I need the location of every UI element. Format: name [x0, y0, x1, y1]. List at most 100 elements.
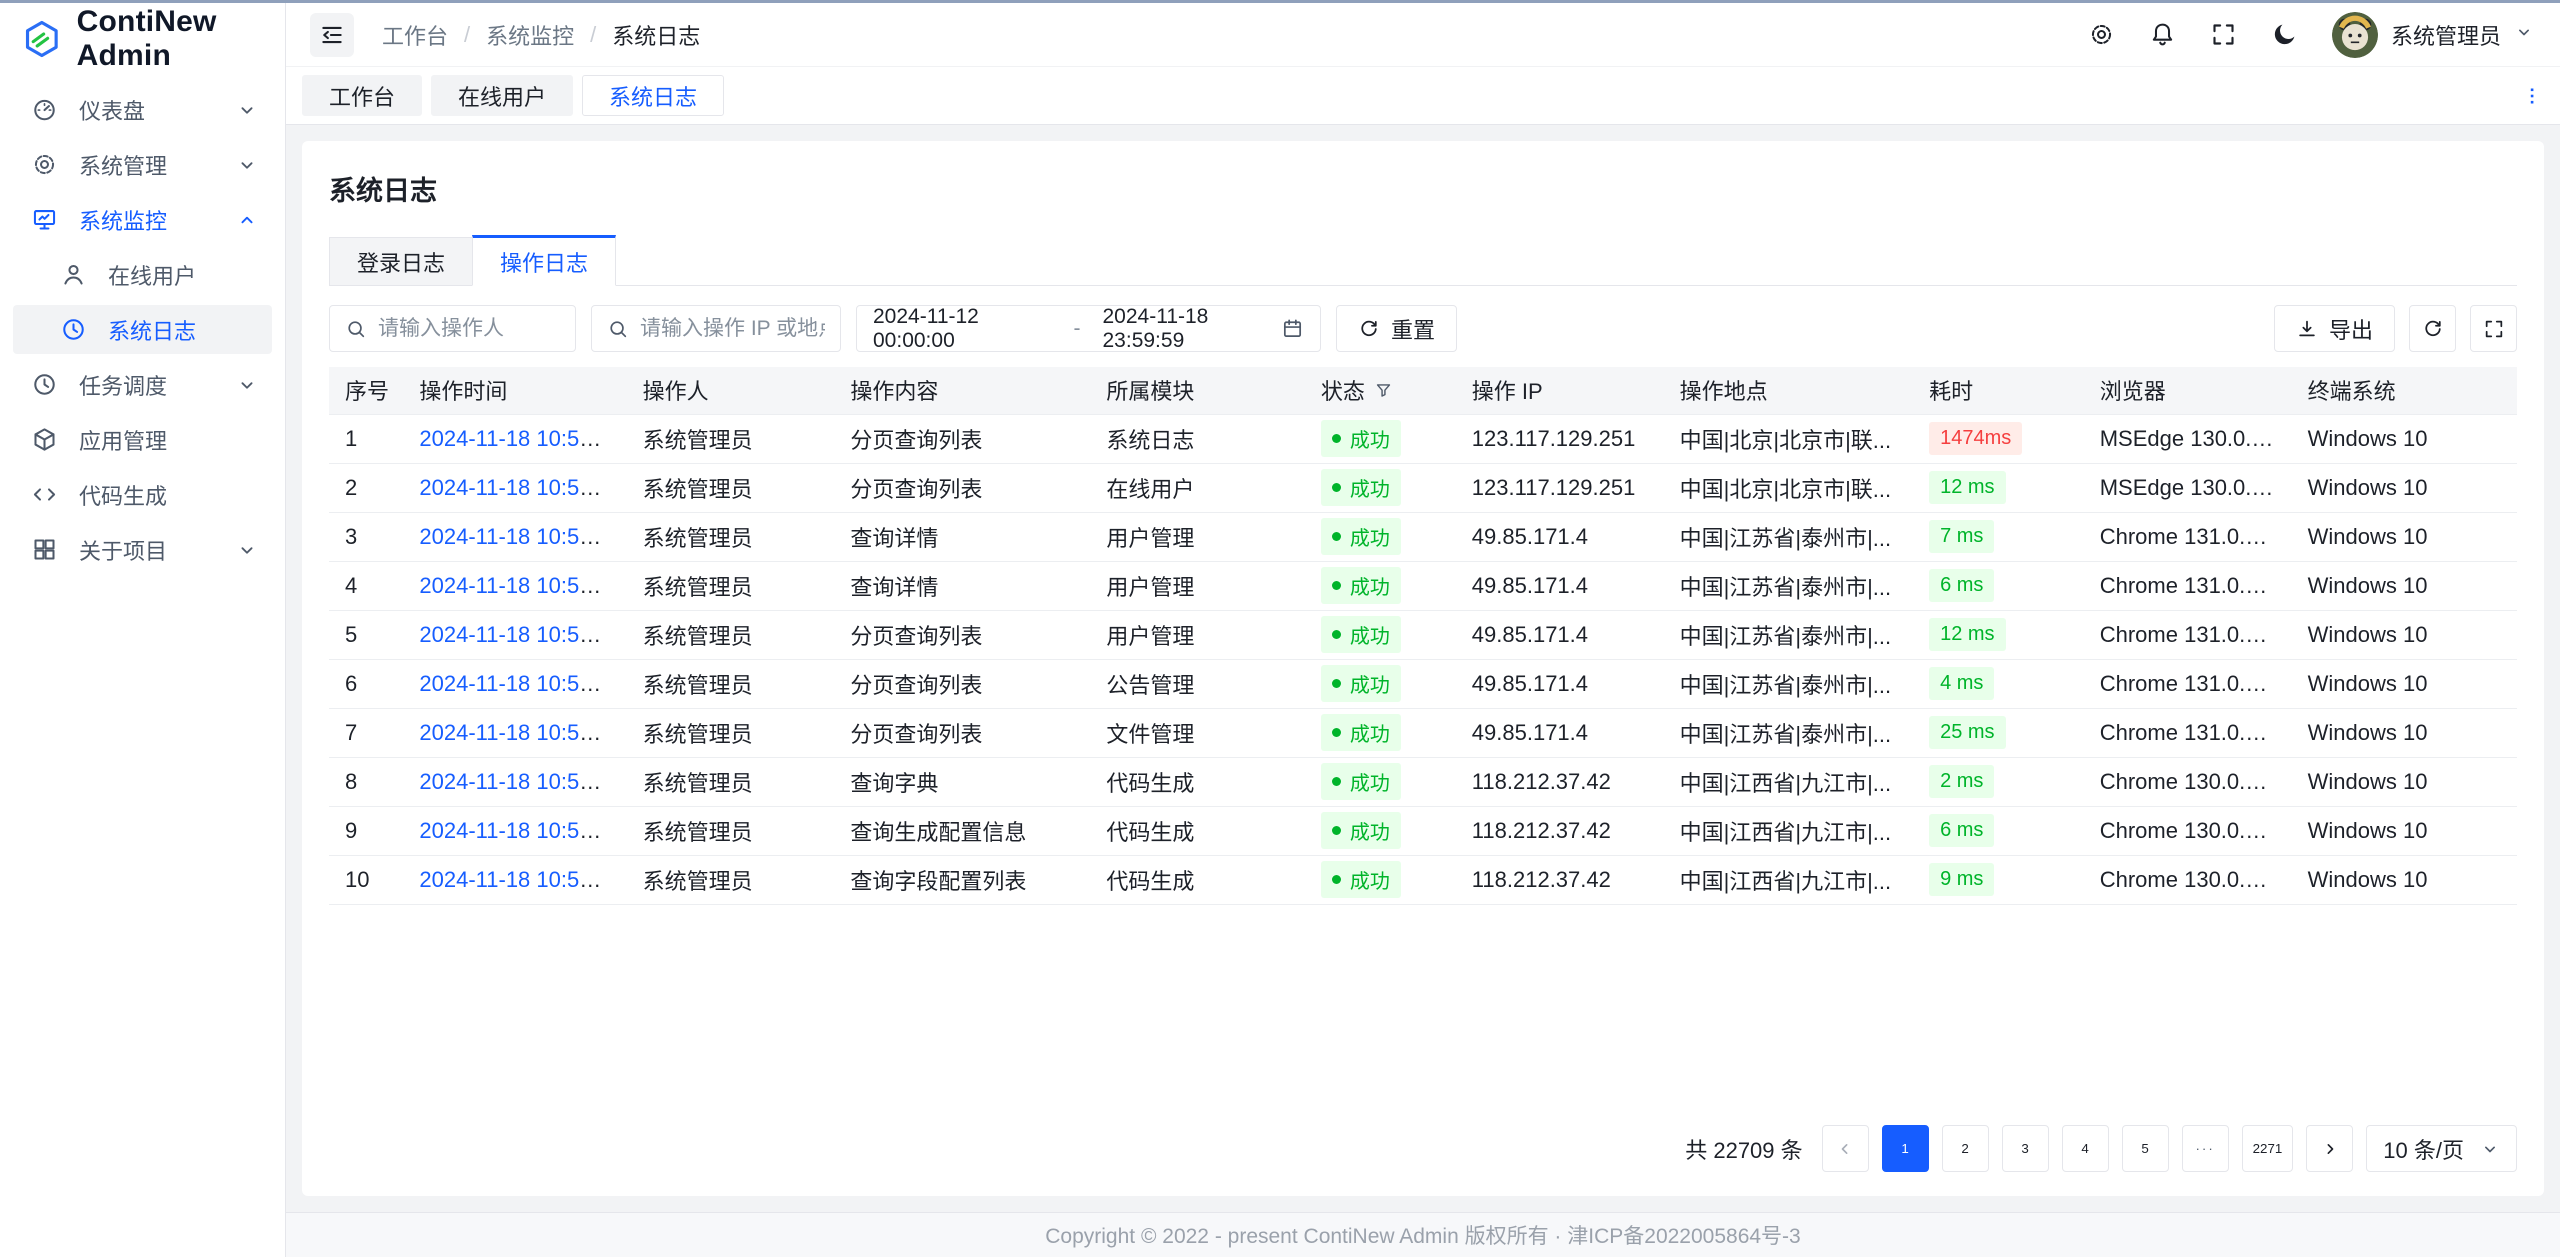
log-detail-link[interactable]: 2024-11-18 10:52:55 — [419, 426, 622, 451]
search-icon — [345, 318, 367, 340]
cell-ip: 49.85.171.4 — [1456, 561, 1664, 610]
cell-ip: 49.85.171.4 — [1456, 659, 1664, 708]
sidebar-item-任务调度[interactable]: 任务调度 — [13, 360, 272, 409]
cell-index: 7 — [329, 708, 403, 757]
subtab-登录日志[interactable]: 登录日志 — [329, 237, 473, 285]
log-detail-link[interactable]: 2024-11-18 10:51:49 — [419, 867, 622, 892]
column-header-操作 IP: 操作 IP — [1456, 367, 1664, 414]
log-detail-link[interactable]: 2024-11-18 10:51:49 — [419, 818, 622, 843]
export-button[interactable]: 导出 — [2274, 305, 2395, 352]
page-button-3[interactable]: 3 — [2002, 1125, 2049, 1172]
cell-index: 5 — [329, 610, 403, 659]
page-button-4[interactable]: 4 — [2062, 1125, 2109, 1172]
cell-content: 查询字典 — [834, 757, 1090, 806]
log-detail-link[interactable]: 2024-11-18 10:52:12 — [419, 524, 622, 549]
breadcrumb-item[interactable]: 系统日志 — [612, 19, 700, 51]
status-dot — [1332, 532, 1341, 541]
sidebar-item-label: 系统管理 — [79, 149, 167, 181]
log-detail-link[interactable]: 2024-11-18 10:51:53 — [419, 671, 622, 696]
sidebar-item-应用管理[interactable]: 应用管理 — [13, 415, 272, 464]
next-page-button[interactable] — [2306, 1125, 2353, 1172]
log-detail-link[interactable]: 2024-11-18 10:51:52 — [419, 720, 622, 745]
column-header-content: 所属模块 — [1106, 374, 1194, 406]
cell-status: 成功 — [1305, 512, 1456, 561]
ip-search-field[interactable] — [591, 305, 841, 352]
sidebar-item-代码生成[interactable]: 代码生成 — [13, 470, 272, 519]
prev-page-button[interactable] — [1822, 1125, 1869, 1172]
cell-browser: Chrome 131.0.0.0 — [2084, 561, 2292, 610]
cell-index: 2 — [329, 463, 403, 512]
log-detail-link[interactable]: 2024-11-18 10:52:05 — [419, 573, 622, 598]
user-menu[interactable]: 系统管理员 — [2332, 12, 2534, 58]
table-fullscreen-button[interactable] — [2470, 305, 2517, 352]
app-logo[interactable]: ContiNew Admin — [0, 3, 285, 75]
cell-time: 2024-11-18 10:51:49 — [403, 855, 626, 904]
chevron-up-icon — [236, 209, 258, 231]
page-button-2[interactable]: 2 — [1942, 1125, 1989, 1172]
sidebar-item-系统日志[interactable]: 系统日志 — [13, 305, 272, 354]
date-range-picker[interactable]: 2024-11-12 00:00:00 - 2024-11-18 23:59:5… — [856, 305, 1321, 352]
sidebar-item-关于项目[interactable]: 关于项目 — [13, 525, 272, 574]
cell-browser: MSEdge 130.0.0.0 — [2084, 463, 2292, 512]
reset-button[interactable]: 重置 — [1336, 305, 1457, 352]
status-dot — [1332, 630, 1341, 639]
cell-os: Windows 10 — [2292, 757, 2517, 806]
log-detail-link[interactable]: 2024-11-18 10:51:50 — [419, 769, 622, 794]
operator-search-field[interactable] — [329, 305, 576, 352]
log-detail-link[interactable]: 2024-11-18 10:52:47 — [419, 475, 622, 500]
sidebar-item-仪表盘[interactable]: 仪表盘 — [13, 85, 272, 134]
refresh-table-button[interactable] — [2409, 305, 2456, 352]
duration-badge: 2 ms — [1929, 765, 1994, 798]
duration-badge: 6 ms — [1929, 569, 1994, 602]
cell-ip: 118.212.37.42 — [1456, 757, 1664, 806]
search-icon — [607, 318, 629, 340]
breadcrumb-item[interactable]: 系统监控 — [486, 19, 574, 51]
app-title: ContiNew Admin — [77, 5, 285, 73]
copyright-text: Copyright © 2022 - present ContiNew Admi… — [1045, 1220, 1800, 1250]
sidebar-item-在线用户[interactable]: 在线用户 — [13, 250, 272, 299]
page-button-1[interactable]: 1 — [1882, 1125, 1929, 1172]
user-avatar — [2332, 12, 2378, 58]
cell-operator: 系统管理员 — [627, 463, 835, 512]
dark-mode-moon-icon[interactable] — [2271, 21, 2298, 48]
filter-bar: 2024-11-12 00:00:00 - 2024-11-18 23:59:5… — [329, 305, 2517, 352]
cell-duration: 2 ms — [1913, 757, 2084, 806]
tab-工作台[interactable]: 工作台 — [302, 75, 422, 116]
tabbar-more-icon[interactable] — [2520, 84, 2544, 108]
page-ellipsis[interactable]: ··· — [2182, 1125, 2229, 1172]
sidebar-collapse-button[interactable] — [310, 13, 354, 57]
sidebar-item-系统监控[interactable]: 系统监控 — [13, 195, 272, 244]
log-detail-link[interactable]: 2024-11-18 10:51:55 — [419, 622, 622, 647]
filter-funnel-icon[interactable] — [1374, 381, 1393, 400]
sidebar-item-label: 在线用户 — [108, 259, 196, 291]
ip-search-input[interactable] — [640, 317, 825, 341]
cell-os: Windows 10 — [2292, 708, 2517, 757]
column-header-浏览器: 浏览器 — [2084, 367, 2292, 414]
tab-在线用户[interactable]: 在线用户 — [431, 75, 573, 116]
cell-browser: Chrome 131.0.0.0 — [2084, 512, 2292, 561]
page-button-2271[interactable]: 2271 — [2242, 1125, 2294, 1172]
breadcrumb-item[interactable]: 工作台 — [382, 19, 448, 51]
cell-ip: 49.85.171.4 — [1456, 512, 1664, 561]
status-text: 成功 — [1350, 816, 1390, 845]
fullscreen-icon[interactable] — [2210, 21, 2237, 48]
date-start-value: 2024-11-12 00:00:00 — [873, 305, 1052, 353]
notifications-bell-icon[interactable] — [2149, 21, 2176, 48]
cell-browser: Chrome 130.0.0.0 — [2084, 757, 2292, 806]
status-badge: 成功 — [1321, 665, 1401, 702]
page-size-select[interactable]: 10 条/页 — [2366, 1125, 2517, 1172]
settings-icon[interactable] — [2088, 21, 2115, 48]
tab-系统日志[interactable]: 系统日志 — [582, 75, 724, 116]
table-row: 82024-11-18 10:51:50系统管理员查询字典代码生成成功118.2… — [329, 757, 2517, 806]
subtab-操作日志[interactable]: 操作日志 — [472, 235, 616, 286]
pagination: 共 22709 条12345···227110 条/页 — [329, 1103, 2517, 1172]
date-separator: - — [1074, 317, 1081, 341]
cell-index: 1 — [329, 414, 403, 463]
operator-search-input[interactable] — [378, 317, 560, 341]
sidebar-item-label: 任务调度 — [79, 369, 167, 401]
cell-os: Windows 10 — [2292, 463, 2517, 512]
sidebar-item-系统管理[interactable]: 系统管理 — [13, 140, 272, 189]
cell-module: 代码生成 — [1090, 855, 1304, 904]
page-button-5[interactable]: 5 — [2122, 1125, 2169, 1172]
column-header-状态: 状态 — [1305, 367, 1456, 414]
